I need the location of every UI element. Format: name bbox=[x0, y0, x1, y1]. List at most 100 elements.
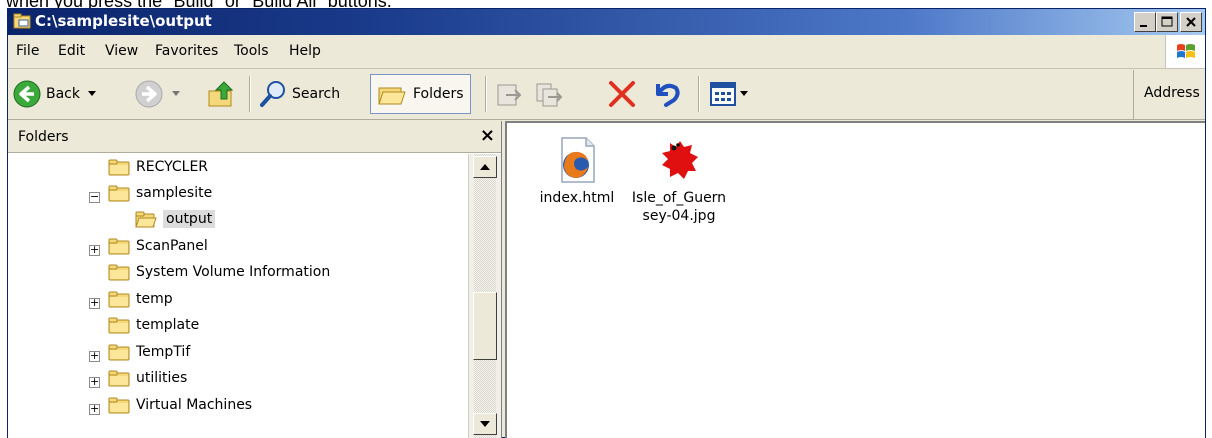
delete-button[interactable] bbox=[606, 74, 638, 114]
tree-item-recycler[interactable]: RECYCLER bbox=[108, 155, 208, 179]
views-button[interactable] bbox=[708, 74, 748, 114]
expand-sign: + bbox=[90, 375, 100, 388]
expand-sign: + bbox=[90, 296, 100, 309]
windows-logo bbox=[1165, 35, 1205, 68]
toolbar-separator bbox=[485, 76, 487, 112]
toolbar-separator bbox=[249, 76, 251, 112]
windows-flag-icon bbox=[1177, 44, 1195, 58]
back-button[interactable]: Back bbox=[12, 74, 96, 114]
folders-pane-title: Folders bbox=[18, 129, 69, 145]
expand-toggle[interactable]: + bbox=[89, 375, 100, 388]
up-folder-icon bbox=[208, 81, 234, 107]
up-folder-button[interactable] bbox=[206, 74, 236, 114]
tree-item-virtual-machines[interactable]: Virtual Machines bbox=[108, 393, 252, 417]
folder-icon bbox=[108, 397, 130, 414]
expand-sign: + bbox=[90, 402, 100, 415]
file-name: index.html bbox=[539, 190, 615, 206]
expand-toggle[interactable]: + bbox=[89, 296, 100, 309]
expand-toggle[interactable]: + bbox=[89, 349, 100, 362]
tree-item-label: ScanPanel bbox=[136, 238, 208, 254]
tree-item-label-selected: output bbox=[163, 210, 216, 228]
folders-pane-header: Folders × bbox=[8, 121, 501, 153]
file-item-index-html[interactable]: index.html bbox=[527, 135, 627, 207]
undo-button[interactable] bbox=[650, 74, 682, 114]
toolbar-separator bbox=[698, 76, 700, 112]
close-icon bbox=[1186, 17, 1196, 27]
close-button[interactable] bbox=[1180, 12, 1202, 32]
window-controls bbox=[1134, 12, 1202, 32]
scroll-up-button[interactable] bbox=[473, 156, 497, 178]
folder-icon bbox=[108, 264, 130, 281]
folder-icon bbox=[108, 317, 130, 334]
folder-icon bbox=[108, 185, 130, 202]
search-button[interactable]: Search bbox=[258, 74, 340, 114]
expand-sign: + bbox=[90, 243, 100, 256]
menu-bar: File Edit View Favorites Tools Help bbox=[8, 35, 1205, 69]
move-to-icon bbox=[497, 84, 522, 106]
folder-icon bbox=[108, 238, 130, 255]
menu-edit[interactable]: Edit bbox=[58, 43, 85, 59]
title-bar[interactable]: C:\samplesite\output bbox=[8, 9, 1205, 35]
folder-window-icon bbox=[13, 13, 31, 29]
tree-item-scanpanel[interactable]: ScanPanel bbox=[108, 234, 208, 258]
collapse-sign: − bbox=[90, 190, 100, 203]
island-image-icon bbox=[662, 141, 698, 179]
window-title: C:\samplesite\output bbox=[35, 12, 212, 30]
collapse-toggle[interactable]: − bbox=[89, 190, 100, 203]
folders-icon bbox=[378, 87, 406, 105]
scroll-up-arrow-icon bbox=[480, 164, 490, 170]
folders-pane-close-button[interactable]: × bbox=[480, 125, 495, 146]
tree-item-label: utilities bbox=[136, 370, 188, 386]
tree-item-temp[interactable]: temp bbox=[108, 287, 173, 311]
move-to-button[interactable] bbox=[494, 74, 524, 114]
file-list-pane[interactable]: index.html Isle_of_Guern sey-04.jpg bbox=[505, 121, 1205, 438]
scroll-down-arrow-icon bbox=[480, 421, 490, 427]
address-bar[interactable]: Address bbox=[1133, 70, 1205, 119]
tree-item-label: System Volume Information bbox=[136, 264, 331, 280]
folders-button[interactable]: Folders bbox=[370, 74, 471, 114]
expand-sign: + bbox=[90, 349, 100, 362]
maximize-icon bbox=[1161, 16, 1173, 27]
back-label: Back bbox=[46, 86, 80, 102]
search-icon bbox=[260, 81, 285, 107]
back-arrow-icon bbox=[13, 80, 41, 108]
expand-toggle[interactable]: + bbox=[89, 402, 100, 415]
menu-help[interactable]: Help bbox=[289, 43, 321, 59]
maximize-button[interactable] bbox=[1156, 12, 1178, 32]
address-label: Address bbox=[1144, 85, 1200, 101]
chevron-down-icon bbox=[740, 91, 748, 96]
folders-label: Folders bbox=[413, 86, 464, 102]
explorer-window: C:\samplesite\output File Edit View Favo… bbox=[7, 8, 1206, 438]
copy-to-icon bbox=[536, 83, 563, 107]
menu-view[interactable]: View bbox=[105, 43, 138, 59]
file-item-isle-of-guernsey[interactable]: Isle_of_Guern sey-04.jpg bbox=[629, 135, 729, 225]
standard-toolbar: Back Search Folders Address bbox=[8, 70, 1205, 120]
menu-tools[interactable]: Tools bbox=[234, 43, 269, 59]
tree-item-output[interactable]: output bbox=[135, 207, 216, 231]
tree-item-utilities[interactable]: utilities bbox=[108, 366, 187, 390]
tree-item-samplesite[interactable]: samplesite bbox=[108, 181, 212, 205]
chevron-down-icon bbox=[172, 91, 180, 96]
forward-button[interactable] bbox=[134, 74, 180, 114]
minimize-icon bbox=[1140, 25, 1147, 27]
tree-item-label: temp bbox=[136, 291, 173, 307]
undo-icon bbox=[656, 83, 680, 107]
expand-toggle[interactable]: + bbox=[89, 243, 100, 256]
menu-favorites[interactable]: Favorites bbox=[155, 43, 218, 59]
folder-tree-scrollbar[interactable] bbox=[468, 154, 501, 438]
folder-icon bbox=[108, 291, 130, 308]
tree-item-label: RECYCLER bbox=[136, 159, 209, 175]
minimize-button[interactable] bbox=[1134, 12, 1156, 32]
tree-item-template[interactable]: template bbox=[108, 313, 199, 337]
folder-icon bbox=[108, 159, 130, 176]
menu-file[interactable]: File bbox=[16, 43, 39, 59]
copy-to-button[interactable] bbox=[534, 74, 564, 114]
tree-item-temptif[interactable]: TempTif bbox=[108, 340, 190, 364]
forward-arrow-icon bbox=[135, 80, 163, 108]
scroll-down-button[interactable] bbox=[473, 413, 497, 435]
scrollbar-thumb[interactable] bbox=[473, 292, 497, 360]
folder-icon bbox=[108, 370, 130, 387]
folder-icon bbox=[108, 344, 130, 361]
tree-item-system-volume-information[interactable]: System Volume Information bbox=[108, 260, 330, 284]
tree-item-label: TempTif bbox=[136, 344, 191, 360]
